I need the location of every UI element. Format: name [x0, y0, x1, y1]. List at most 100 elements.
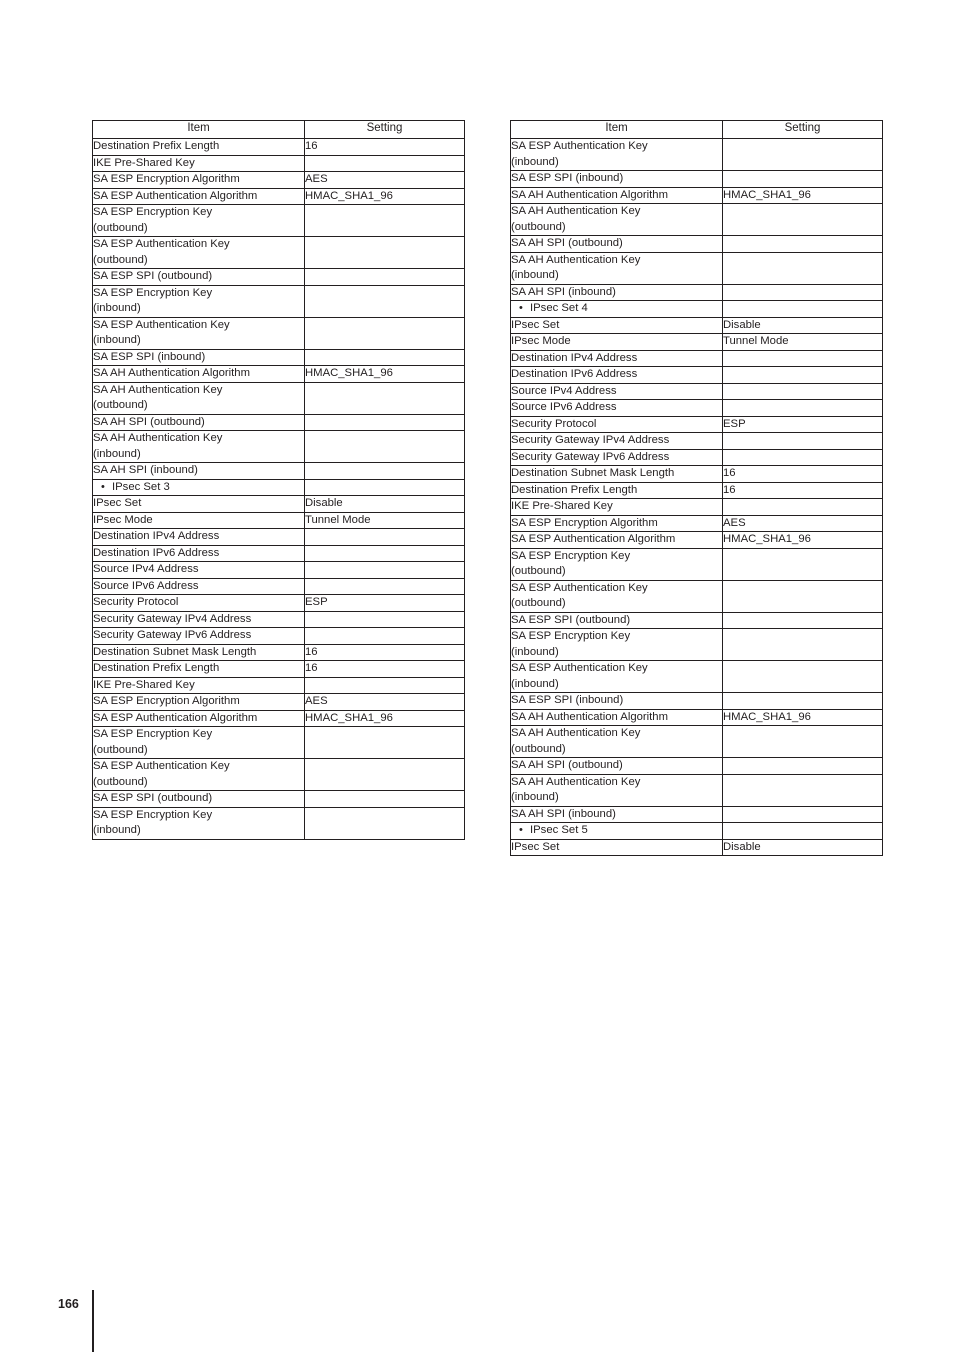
- item-label: SA ESP SPI (inbound): [511, 172, 624, 184]
- table-cell-setting: [304, 381, 465, 415]
- item-label: Security Gateway IPv4 Address: [511, 434, 670, 446]
- table-cell-setting: [722, 170, 883, 188]
- column-header-setting: Setting: [722, 120, 883, 139]
- table-row: SA AH Authentication Algorithm HMAC_SHA1_…: [510, 708, 883, 726]
- item-label-line2: (outbound): [511, 742, 566, 755]
- table-cell-item: • IPsec Set 5: [510, 822, 723, 840]
- table-row: SA ESP Authentication Key (inbound): [92, 316, 465, 350]
- item-label-line2: (inbound): [511, 677, 559, 690]
- item-label: IPsec Set: [511, 318, 560, 331]
- table-cell-setting: [722, 349, 883, 367]
- item-label-line1: SA AH Authentication Key: [511, 775, 641, 788]
- table-cell-item: • IPsec Set 4: [510, 300, 723, 318]
- bullet-icon: •: [519, 824, 523, 836]
- table-cell-item: SA ESP Encryption Key (outbound): [92, 726, 305, 759]
- item-label-line1: SA ESP Authentication Algorithm: [93, 189, 258, 202]
- item-label: Security Gateway IPv6 Address: [511, 450, 670, 463]
- setting-value: HMAC_SHA1_96: [305, 367, 393, 379]
- item-label: SA AH SPI (inbound): [511, 807, 616, 820]
- table-cell-setting: [304, 544, 465, 562]
- table-cell-item: Security Gateway IPv4 Address: [510, 432, 723, 450]
- item-label: SA AH Authentication Algorithm: [511, 710, 668, 723]
- table-cell-item: SA AH Authentication Key (outbound): [510, 203, 723, 236]
- table-cell-item: SA ESP Encryption Key (inbound): [92, 284, 305, 318]
- table-cell-setting: [304, 806, 465, 840]
- table-cell-setting: [722, 822, 883, 840]
- setting-value: 16: [305, 645, 318, 658]
- table-cell-setting: [722, 805, 883, 823]
- item-label: IPsec Set: [511, 840, 560, 853]
- group-label: IPsec Set 3: [112, 480, 170, 493]
- bullet-icon: •: [519, 302, 523, 314]
- item-label: SA AH SPI (inbound): [93, 464, 198, 476]
- table-row: Security Protocol ESP: [92, 594, 465, 612]
- table-cell-setting: [722, 448, 883, 466]
- table-cell-setting: [304, 462, 465, 480]
- table-cell-setting: [722, 138, 883, 171]
- table-group-row: • IPsec Set 4: [510, 300, 883, 318]
- item-label-line2: (outbound): [93, 775, 148, 788]
- table-row: Destination Prefix Length 16: [92, 660, 465, 678]
- table-cell-setting: [722, 203, 883, 236]
- table-cell-setting: [722, 579, 883, 613]
- table-cell-item: SA ESP SPI (inbound): [92, 348, 305, 366]
- table-cell-setting: [304, 627, 465, 645]
- item-label-line2: (inbound): [511, 645, 559, 658]
- table-cell-setting: 16: [304, 138, 465, 156]
- table-cell-item: Destination IPv4 Address: [510, 349, 723, 367]
- table-cell-setting: [304, 430, 465, 463]
- table-cell-setting: 16: [304, 643, 465, 661]
- item-label: IKE Pre-Shared Key: [511, 500, 613, 512]
- item-label-line2: (outbound): [511, 220, 566, 233]
- table-cell-setting: 16: [722, 481, 883, 499]
- table-cell-setting: HMAC_SHA1_96: [304, 365, 465, 383]
- table-cell-item: SA ESP Encryption Algorithm: [92, 171, 305, 189]
- item-label: Security Gateway IPv4 Address: [93, 612, 252, 625]
- table-cell-item: Source IPv4 Address: [510, 382, 723, 400]
- setting-value: HMAC_SHA1_96: [723, 188, 811, 201]
- table-cell-item: SA ESP Encryption Algorithm: [92, 693, 305, 711]
- table-row: SA AH SPI (inbound): [92, 462, 465, 480]
- table-cell-item: Destination Prefix Length: [92, 138, 305, 156]
- item-label: SA AH SPI (outbound): [511, 759, 623, 771]
- table-cell-setting: [304, 478, 465, 496]
- table-row: SA ESP SPI (outbound): [92, 790, 465, 808]
- ipsec-settings-table-right: Item Setting SA ESP Authentication Key (i…: [510, 120, 883, 856]
- table-cell-item: SA ESP Encryption Key (inbound): [92, 806, 305, 840]
- table-cell-setting: [722, 251, 883, 285]
- table-row: Destination Prefix Length 16: [510, 481, 883, 499]
- table-body: SA ESP Authentication Key (inbound) SA ESP…: [510, 138, 883, 856]
- setting-value: HMAC_SHA1_96: [723, 533, 811, 545]
- item-label: SA ESP SPI (outbound): [93, 792, 213, 804]
- table-cell-setting: 16: [304, 660, 465, 678]
- table-cell-item: SA AH Authentication Key (inbound): [92, 430, 305, 463]
- item-label: Security Gateway IPv6 Address: [93, 629, 252, 641]
- table-cell-setting: [304, 413, 465, 431]
- table-row: SA ESP Encryption Key (outbound): [92, 726, 465, 759]
- table-cell-item: Destination Subnet Mask Length: [510, 465, 723, 483]
- table-cell-setting: Disable: [722, 316, 883, 334]
- right-column: Item Setting SA ESP Authentication Key (i…: [510, 120, 883, 856]
- table-cell-item: SA ESP Authentication Algorithm: [92, 709, 305, 727]
- item-label: Security Protocol: [93, 596, 179, 608]
- setting-value: HMAC_SHA1_96: [305, 711, 393, 724]
- table-row: IPsec Mode Tunnel Mode: [92, 511, 465, 529]
- table-cell-item: SA ESP SPI (outbound): [92, 268, 305, 286]
- item-label-line1: SA ESP Authentication Algorithm: [93, 711, 258, 724]
- table-row: Destination Prefix Length 16: [92, 138, 465, 156]
- table-row: SA AH Authentication Key (inbound): [510, 773, 883, 807]
- table-cell-item: SA ESP Encryption Key (outbound): [510, 547, 723, 581]
- table-row: SA AH SPI (outbound): [510, 235, 883, 253]
- item-label: SA AH SPI (outbound): [511, 237, 623, 249]
- item-label: IPsec Mode: [93, 513, 153, 526]
- group-label: IPsec Set 5: [530, 824, 588, 836]
- item-label: Source IPv6 Address: [511, 401, 617, 413]
- table-cell-item: Destination IPv6 Address: [92, 544, 305, 562]
- table-row: SA AH Authentication Key (inbound): [510, 251, 883, 285]
- table-cell-item: Source IPv6 Address: [92, 577, 305, 595]
- table-cell-setting: HMAC_SHA1_96: [304, 709, 465, 727]
- table-row: SA AH Authentication Key (inbound): [92, 430, 465, 463]
- table-row: Destination IPv6 Address: [510, 366, 883, 384]
- table-row: IKE Pre-Shared Key: [510, 498, 883, 516]
- table-row: Destination Subnet Mask Length 16: [92, 643, 465, 661]
